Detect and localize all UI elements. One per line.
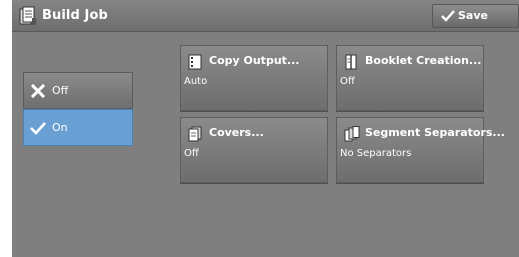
covers-value: Off	[184, 148, 199, 159]
build-job-icon	[19, 6, 36, 25]
booklet-creation-value: Off	[340, 76, 355, 87]
on-button[interactable]: On	[23, 109, 133, 146]
off-label: Off	[52, 84, 69, 97]
on-label: On	[52, 121, 68, 134]
save-button-label: Save	[458, 9, 488, 22]
page-title: Build Job	[42, 8, 108, 23]
covers-icon	[188, 126, 202, 142]
copy-output-icon	[188, 54, 202, 70]
build-job-panel: Build Job Save Off On Copy Output... Aut…	[12, 0, 519, 257]
off-button[interactable]: Off	[23, 72, 133, 109]
segment-separators-value: No Separators	[340, 148, 412, 159]
booklet-creation-label: Booklet Creation...	[365, 54, 482, 67]
save-button[interactable]: Save	[432, 4, 519, 28]
segment-separators-label: Segment Separators...	[365, 126, 505, 139]
check-icon	[30, 122, 46, 135]
copy-output-label: Copy Output...	[209, 54, 300, 67]
copy-output-button[interactable]: Copy Output... Auto	[180, 45, 328, 111]
header-bar: Build Job Save	[12, 0, 519, 32]
booklet-creation-button[interactable]: Booklet Creation... Off	[336, 45, 484, 111]
segment-separators-button[interactable]: Segment Separators... No Separators	[336, 117, 505, 183]
covers-label: Covers...	[209, 126, 264, 139]
segment-separators-icon	[344, 126, 360, 142]
covers-button[interactable]: Covers... Off	[180, 117, 328, 183]
check-icon	[441, 10, 455, 22]
x-icon	[30, 84, 46, 98]
copy-output-value: Auto	[184, 76, 208, 87]
booklet-icon	[345, 54, 357, 70]
